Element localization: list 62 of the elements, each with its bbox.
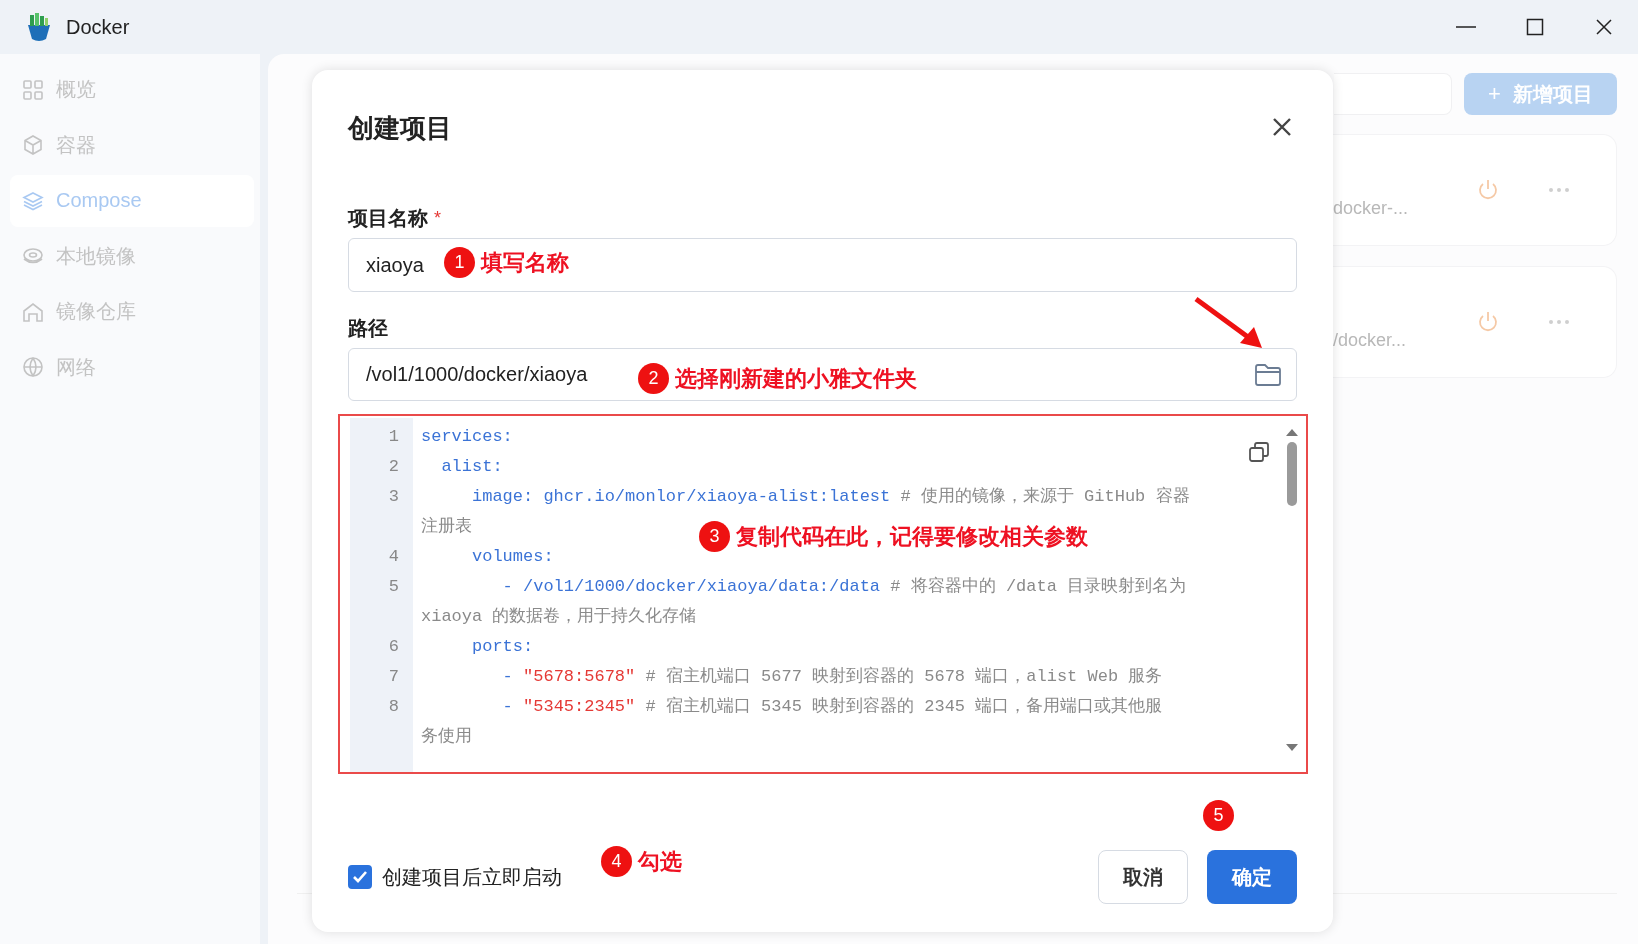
step-number-badge: 3 [699, 521, 730, 552]
checkbox[interactable] [348, 865, 372, 889]
code-line: alist: [440, 456, 503, 478]
folder-icon[interactable] [1254, 362, 1282, 387]
add-project-button[interactable]: + 新增项目 [1464, 73, 1617, 115]
step-number-badge: 4 [601, 846, 632, 877]
line-number: 5 [388, 577, 399, 596]
line-number: 8 [388, 697, 399, 716]
check-icon [352, 870, 368, 884]
sidebar-item[interactable]: Compose [10, 175, 254, 227]
project-path: docker-... [1333, 198, 1410, 219]
grid-icon [22, 78, 44, 101]
search-field[interactable] [1334, 73, 1452, 115]
line-number: 1 [388, 427, 399, 446]
line-number: 6 [388, 637, 399, 656]
step-number-badge: 2 [638, 363, 669, 394]
line-number: 7 [388, 667, 399, 686]
annotation-text: 勾选 [638, 847, 682, 876]
project-path: /docker... [1333, 330, 1408, 351]
code-line: xiaoya 的数据卷，用于持久化存储 [421, 606, 697, 628]
code-line: image: ghcr.io/monlor/xiaoya-alist:latest # 使用的镜像，来源于 GitHub 容器 [471, 485, 1190, 508]
cancel-button[interactable]: 取消 [1098, 850, 1188, 904]
annotation-text: 复制代码在此，记得要修改相关参数 [736, 522, 1088, 551]
code-line: volumes: [471, 546, 554, 568]
field-label: 路径 [348, 315, 388, 341]
code-line: ports: [471, 636, 534, 658]
sidebar-item[interactable]: 概览 [10, 64, 254, 116]
maximize-icon [1525, 18, 1544, 36]
confirm-button[interactable]: 确定 [1207, 850, 1297, 904]
code-line: 注册表 [421, 516, 472, 538]
code-line: - "5678:5678" # 宿主机端口 5677 映射到容器的 5678 端口，alist Web 服务 [501, 665, 1163, 688]
checkbox-label: 创建项目后立即启动 [382, 864, 562, 890]
sidebar-item[interactable]: 镜像仓库 [10, 286, 254, 338]
step-number-badge: 5 [1203, 800, 1234, 831]
annotation-text: 选择刚新建的小雅文件夹 [675, 364, 917, 393]
code-line: 务使用 [421, 726, 472, 748]
layers-icon [22, 189, 44, 212]
window-title: Docker [66, 15, 130, 39]
line-number: 3 [388, 487, 399, 506]
copy-icon[interactable] [1248, 441, 1270, 463]
step-number-badge: 1 [444, 247, 475, 278]
dialog-title: 创建项目 [348, 111, 453, 145]
scroll-down-icon[interactable] [1285, 744, 1299, 752]
code-line: services: [421, 426, 513, 448]
code-editor[interactable] [338, 414, 1308, 774]
cube-icon [22, 134, 44, 157]
code-line: - "5345:2345" # 宿主机端口 5345 映射到容器的 2345 端口，备用端口或其他服 [501, 695, 1163, 718]
scroll-up-icon[interactable] [1285, 428, 1299, 436]
annotation-text: 填写名称 [481, 248, 569, 277]
required-mark: * [434, 207, 441, 229]
minimize-icon [1455, 26, 1476, 28]
code-line: - /vol1/1000/docker/xiaoya/data:/data # 将容器中的 /data 目录映射到名为 [501, 575, 1187, 598]
sidebar-item[interactable]: 容器 [10, 119, 254, 171]
close-icon [1594, 18, 1613, 36]
scrollbar-thumb[interactable] [1287, 442, 1297, 506]
house-icon [22, 300, 44, 323]
field-label: 项目名称 [348, 205, 428, 231]
sidebar-item[interactable]: 网络 [10, 341, 254, 393]
sidebar-item[interactable]: 本地镜像 [10, 230, 254, 282]
line-number: 4 [388, 547, 399, 566]
line-number: 2 [388, 457, 399, 476]
globe-icon [22, 356, 44, 379]
